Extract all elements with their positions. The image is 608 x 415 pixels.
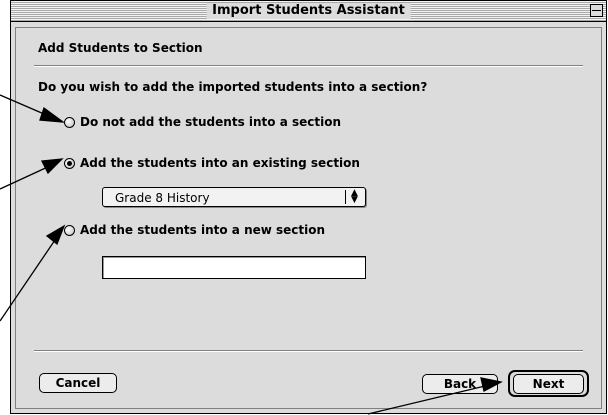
section-heading: Add Students to Section	[38, 41, 203, 55]
divider-bottom	[34, 350, 583, 352]
radio-button-icon[interactable]	[64, 116, 75, 128]
assistant-window: Import Students Assistant Add Students t…	[10, 0, 607, 414]
divider-top	[34, 65, 583, 67]
option-existing-section[interactable]: Add the students into an existing sectio…	[64, 156, 360, 170]
content-panel: Add Students to Section Do you wish to a…	[15, 27, 602, 409]
option-label: Add the students into an existing sectio…	[80, 156, 360, 170]
existing-section-popup[interactable]: Grade 8 History ▲ ▼	[102, 187, 366, 207]
next-button[interactable]: Next	[513, 374, 584, 394]
next-button-default-ring: Next	[508, 370, 589, 397]
radio-button-icon[interactable]	[64, 224, 75, 236]
option-no-section[interactable]: Do not add the students into a section	[64, 115, 341, 129]
window-title: Import Students Assistant	[206, 3, 411, 19]
question-text: Do you wish to add the imported students…	[38, 80, 428, 94]
new-section-name-field[interactable]	[102, 256, 366, 279]
option-label: Add the students into a new section	[80, 223, 326, 237]
popup-arrows-icon[interactable]: ▲ ▼	[345, 189, 363, 205]
title-bar[interactable]: Import Students Assistant	[11, 1, 606, 22]
radio-button-selected-icon[interactable]	[64, 157, 75, 169]
cancel-button[interactable]: Cancel	[39, 373, 117, 393]
option-label: Do not add the students into a section	[80, 115, 342, 129]
collapse-box-icon[interactable]	[590, 4, 603, 17]
back-button[interactable]: Back	[422, 374, 498, 394]
popup-selected-value: Grade 8 History	[115, 191, 210, 205]
option-new-section[interactable]: Add the students into a new section	[64, 223, 325, 237]
